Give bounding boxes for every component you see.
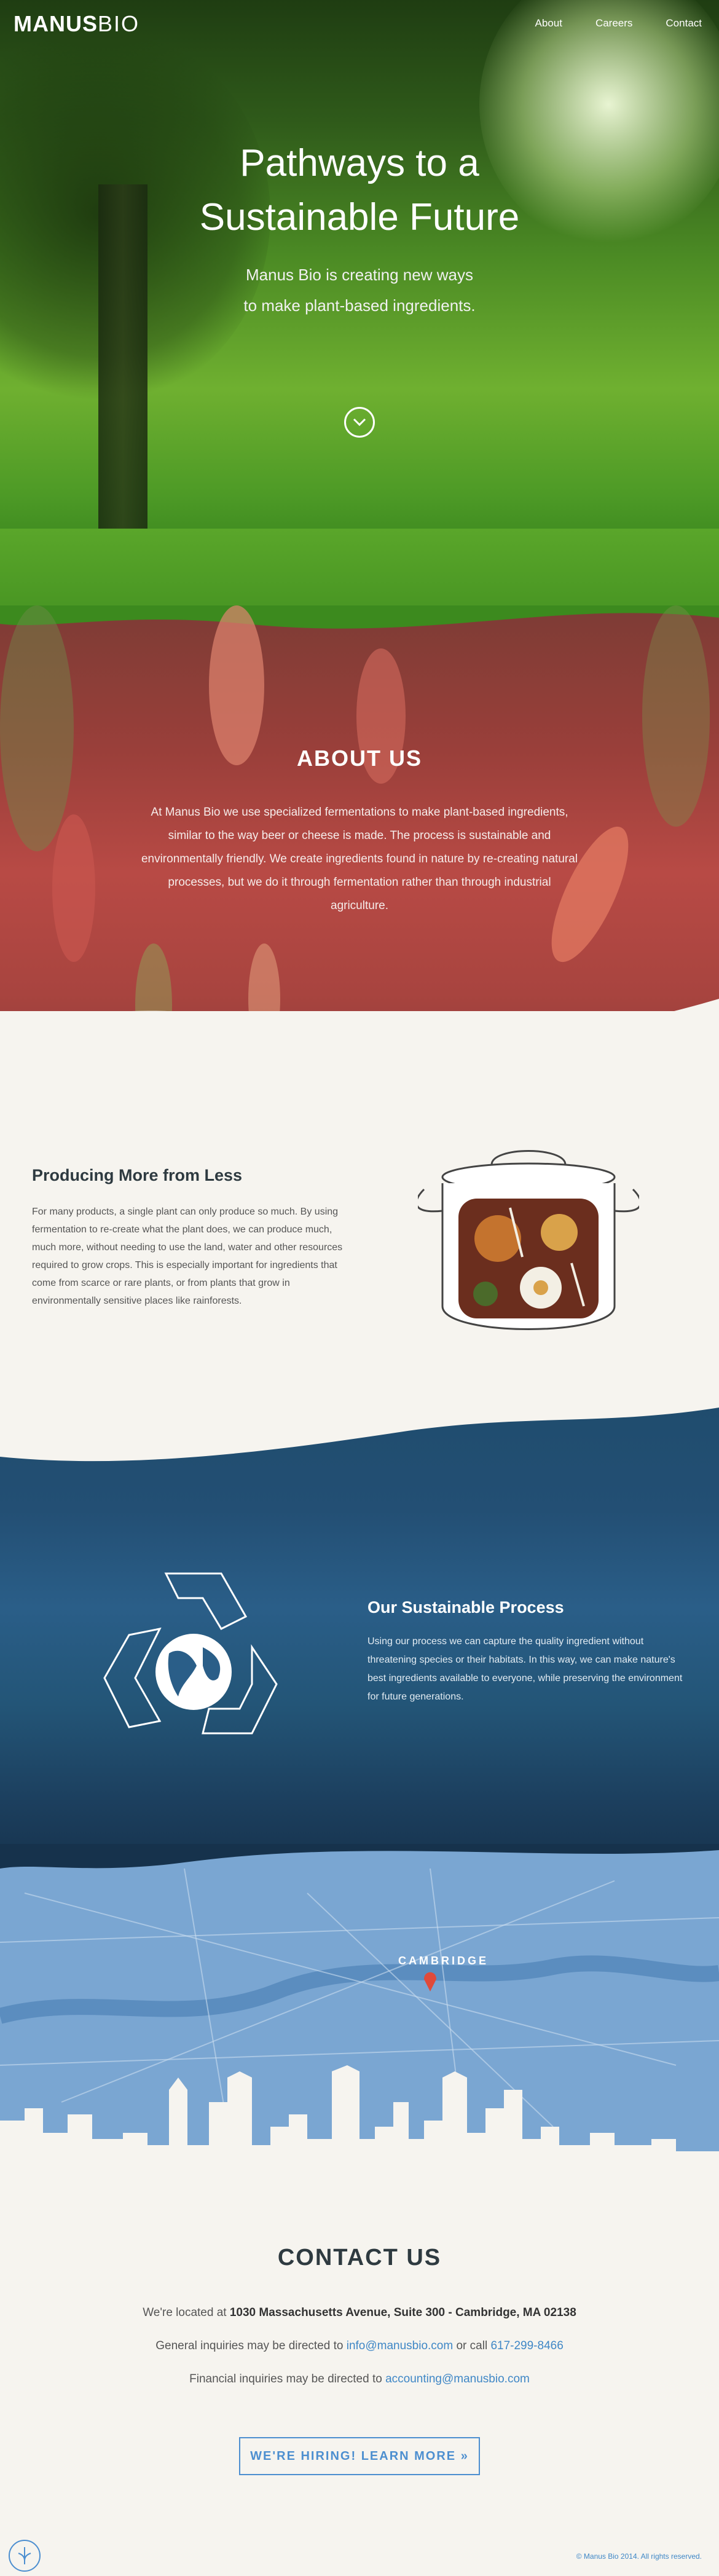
hero-title: Pathways to a Sustainable Future — [199, 142, 520, 238]
contact-address: 1030 Massachusetts Avenue, Suite 300 - C… — [229, 2306, 576, 2319]
nav-link-contact[interactable]: Contact — [666, 17, 702, 30]
phone-link[interactable]: 617-299-8466 — [490, 2339, 563, 2352]
sustain-wave-top — [0, 1389, 719, 1462]
general-email-link[interactable]: info@manusbio.com — [347, 2339, 453, 2352]
logo-bio: BIO — [98, 11, 140, 36]
contact-heading: CONTACT US — [277, 2245, 442, 2271]
hiring-button[interactable]: WE'RE HIRING! LEARN MORE » — [239, 2437, 480, 2475]
producing-heading: Producing More from Less — [32, 1166, 243, 1184]
map-section[interactable]: CAMBRIDGE — [0, 1844, 719, 2188]
top-nav: MANUSBIO About Careers Contact — [0, 0, 719, 44]
map-background — [0, 1844, 719, 2188]
scroll-down-button[interactable] — [344, 407, 375, 438]
nav-link-careers[interactable]: Careers — [595, 17, 632, 30]
logo[interactable]: MANUSBIO — [14, 11, 139, 37]
chevron-down-icon — [353, 418, 366, 427]
contact-general-line: General inquiries may be directed to inf… — [155, 2339, 564, 2352]
recycle-globe-icon — [103, 1572, 278, 1735]
nav-link-about[interactable]: About — [535, 17, 562, 30]
map-pin-icon — [424, 1972, 436, 1991]
about-body: At Manus Bio we use specialized fermenta… — [141, 806, 578, 912]
sustainable-section: Our Sustainable Process Using our proces… — [0, 1389, 719, 1875]
copyright: © Manus Bio 2014. All rights reserved. — [576, 2552, 702, 2561]
map-city-label: CAMBRIDGE — [398, 1955, 489, 1967]
about-heading: ABOUT US — [297, 746, 422, 771]
hero-section: Pathways to a Sustainable Future Manus B… — [0, 0, 719, 670]
sustainable-body: Using our process we can capture the qua… — [367, 1636, 683, 1702]
footer-logo-icon[interactable] — [7, 2539, 42, 2573]
contact-section: CONTACT US We're located at 1030 Massach… — [0, 2176, 719, 2576]
cooking-pot-illustration — [418, 1150, 639, 1330]
sustainable-heading: Our Sustainable Process — [367, 1598, 564, 1617]
logo-manus: MANUS — [14, 11, 98, 36]
nav-links: About Careers Contact — [535, 17, 702, 30]
producing-section: Producing More from Less For many produc… — [0, 1011, 719, 1441]
contact-address-line: We're located at 1030 Massachusetts Aven… — [143, 2306, 576, 2319]
producing-body: For many products, a single plant can on… — [32, 1207, 343, 1306]
financial-email-link[interactable]: accounting@manusbio.com — [385, 2373, 530, 2385]
hero-subtitle: Manus Bio is creating new ways to make p… — [243, 266, 476, 315]
contact-financial-line: Financial inquiries may be directed to a… — [189, 2373, 530, 2385]
